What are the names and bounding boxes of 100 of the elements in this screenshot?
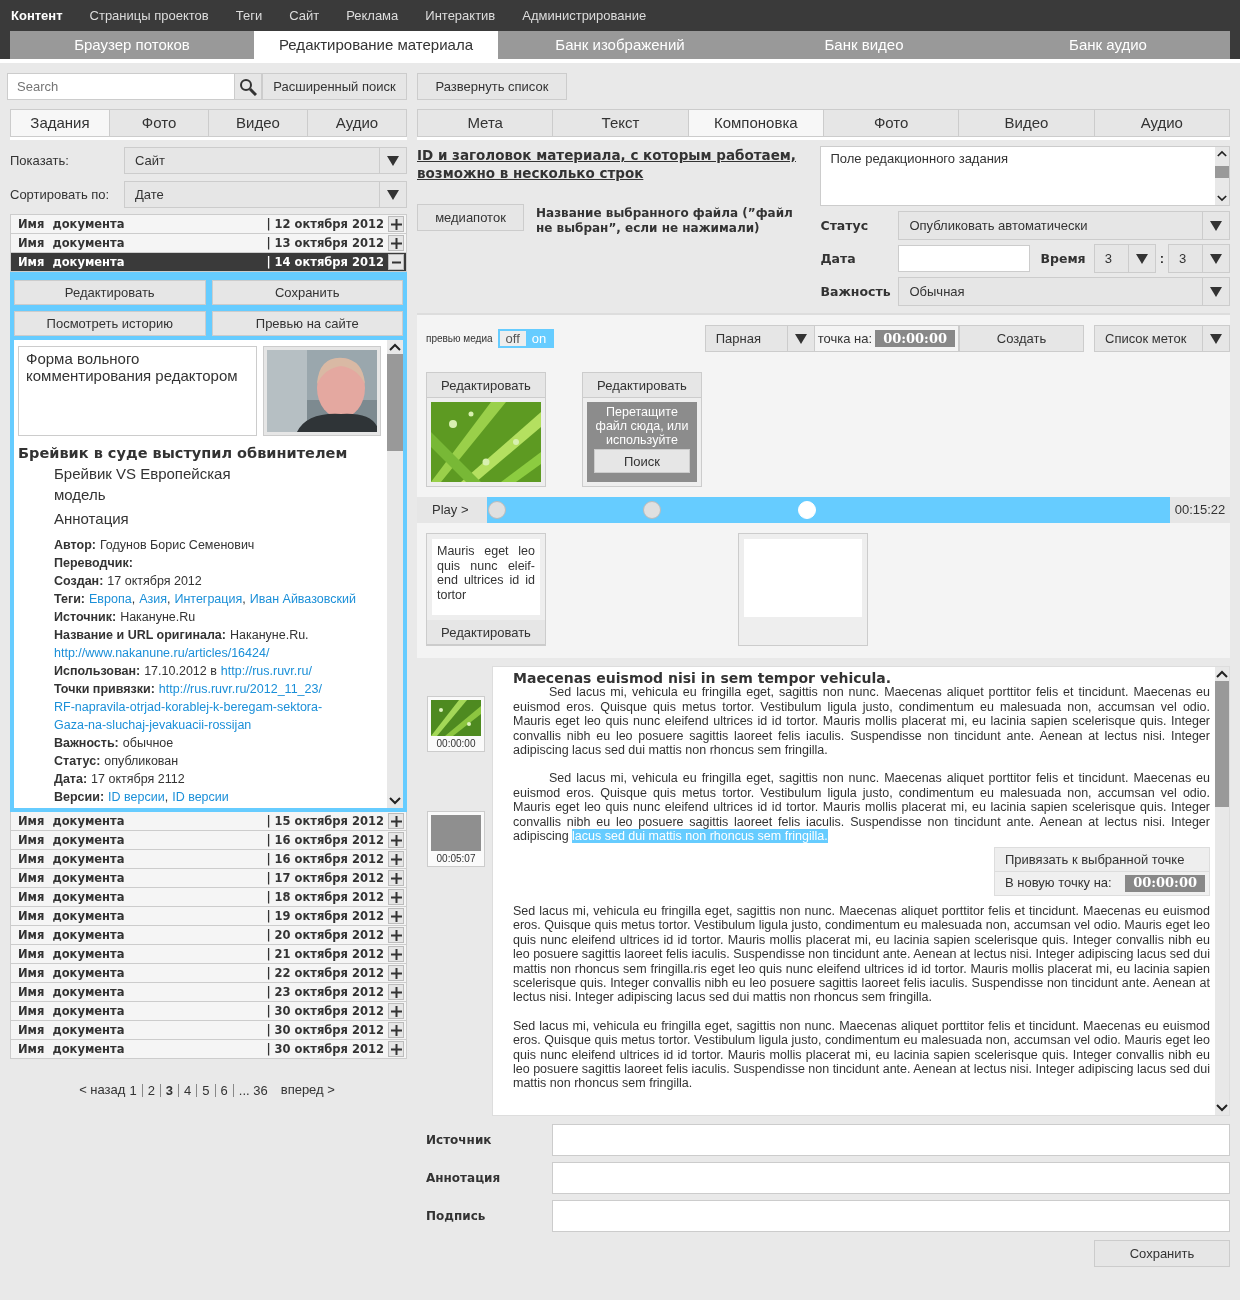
search-field[interactable]: Search bbox=[7, 73, 235, 100]
document-row[interactable]: Имя документа | 17 октября 2012 bbox=[10, 869, 407, 888]
document-row[interactable]: Имя документа | 13 октября 2012 bbox=[10, 234, 407, 253]
create-button[interactable]: Создать bbox=[959, 325, 1084, 352]
link[interactable]: Азия bbox=[139, 592, 167, 606]
expand-toggle[interactable] bbox=[388, 984, 404, 1000]
nav-link[interactable]: Сайт bbox=[289, 8, 320, 23]
next-page-link[interactable]: вперед > bbox=[280, 1082, 335, 1099]
expand-toggle[interactable] bbox=[388, 832, 404, 848]
document-row[interactable]: Имя документа | 18 октября 2012 bbox=[10, 888, 407, 907]
expand-toggle[interactable] bbox=[388, 889, 404, 905]
input-field[interactable] bbox=[552, 1199, 1230, 1232]
document-row[interactable]: Имя документа | 16 октября 2012 bbox=[10, 831, 407, 850]
link[interactable]: Иван Айвазовский bbox=[249, 592, 356, 606]
document-row[interactable]: Имя документа | 21 октября 2012 bbox=[10, 945, 407, 964]
tab[interactable]: Текст bbox=[553, 109, 689, 137]
time-field[interactable]: 00:00:00 bbox=[1125, 875, 1205, 892]
link[interactable]: ID версии bbox=[172, 790, 229, 804]
tab[interactable]: Аудио bbox=[308, 109, 407, 137]
document-row[interactable]: Имя документа | 20 октября 2012 bbox=[10, 926, 407, 945]
anchor-thumbnail[interactable]: 00:00:00 bbox=[427, 696, 485, 752]
anchor-thumbnail[interactable]: 00:05:07 bbox=[427, 811, 485, 867]
material-title-link[interactable]: ID и заголовок материала, с которым работаем, возможно в несколько строк bbox=[417, 146, 809, 182]
expand-toggle[interactable] bbox=[388, 851, 404, 867]
dropdown[interactable]: 3 bbox=[1168, 244, 1230, 273]
tab[interactable]: Компоновка bbox=[688, 109, 824, 137]
tab[interactable]: Видео bbox=[959, 109, 1095, 137]
edit-button[interactable]: Редактировать bbox=[427, 620, 545, 645]
toggle-option[interactable]: off bbox=[499, 331, 526, 346]
document-row[interactable]: Имя документа | 12 октября 2012 bbox=[10, 214, 407, 234]
tab[interactable]: Фото bbox=[824, 109, 960, 137]
page-link[interactable]: 2 bbox=[141, 1084, 160, 1097]
timeline-marker[interactable] bbox=[488, 501, 506, 519]
expand-toggle[interactable] bbox=[388, 946, 404, 962]
tab[interactable]: Видео bbox=[209, 109, 308, 137]
date-field[interactable] bbox=[898, 245, 1031, 272]
dropdown[interactable]: Парная bbox=[704, 325, 815, 352]
document-row[interactable]: Имя документа | 16 октября 2012 bbox=[10, 850, 407, 869]
action-button[interactable]: Посмотреть историю bbox=[14, 311, 206, 336]
document-row[interactable]: Имя документа | 30 октября 2012 bbox=[10, 1002, 407, 1021]
section-tab[interactable]: Редактирование материала bbox=[254, 31, 498, 59]
media-stream-button[interactable]: медиапоток bbox=[417, 204, 524, 231]
search-button[interactable]: Поиск bbox=[594, 449, 690, 473]
expand-toggle[interactable] bbox=[388, 870, 404, 886]
nav-link[interactable]: Теги bbox=[235, 8, 263, 23]
tab[interactable]: Мета bbox=[417, 109, 554, 137]
dropdown[interactable]: Дате bbox=[124, 181, 407, 208]
expand-toggle[interactable] bbox=[388, 254, 404, 270]
edit-button[interactable]: Редактировать bbox=[427, 373, 545, 398]
dropdown[interactable]: Обычная bbox=[898, 277, 1230, 306]
action-button[interactable]: Превью на сайте bbox=[211, 311, 403, 336]
scrollbar-thumb[interactable] bbox=[1215, 165, 1229, 179]
play-button[interactable]: Play > bbox=[417, 497, 487, 523]
document-row[interactable]: Имя документа | 19 октября 2012 bbox=[10, 907, 407, 926]
text-editor[interactable] bbox=[492, 666, 1230, 1116]
expand-toggle[interactable] bbox=[388, 235, 404, 251]
document-row[interactable]: Имя документа | 30 октября 2012 bbox=[10, 1021, 407, 1040]
expand-toggle[interactable] bbox=[388, 1003, 404, 1019]
expand-toggle[interactable] bbox=[388, 813, 404, 829]
page-link[interactable]: 5 bbox=[196, 1084, 215, 1097]
document-row[interactable]: Имя документа | 23 октября 2012 bbox=[10, 983, 407, 1002]
expand-list-button[interactable]: Развернуть список bbox=[417, 73, 567, 100]
document-row[interactable]: Имя документа | 22 октября 2012 bbox=[10, 964, 407, 983]
nav-link[interactable]: Реклама bbox=[346, 8, 399, 23]
time-field[interactable]: 00:00:00 bbox=[875, 330, 955, 347]
input-field[interactable] bbox=[552, 1123, 1230, 1156]
link[interactable]: RF-napravila-otrjad-korablej-k-beregam-sektora- bbox=[54, 700, 323, 714]
action-button[interactable]: Сохранить bbox=[211, 280, 403, 305]
link[interactable]: http://www.nakanune.ru/articles/16424/ bbox=[54, 646, 270, 660]
advanced-search-button[interactable]: Расширенный поиск bbox=[262, 73, 407, 100]
input-field[interactable] bbox=[552, 1161, 1230, 1194]
expand-toggle[interactable] bbox=[388, 965, 404, 981]
link[interactable]: Европа bbox=[89, 592, 132, 606]
tab[interactable]: Задания bbox=[10, 109, 110, 137]
tab[interactable]: Аудио bbox=[1094, 109, 1230, 137]
edit-button[interactable]: Редактировать bbox=[583, 373, 701, 398]
drop-zone[interactable]: Перетащите файл сюда, или используйте Поиск bbox=[587, 402, 697, 482]
dropdown[interactable]: Сайт bbox=[124, 147, 407, 174]
previous-page-link[interactable]: < назад bbox=[79, 1082, 126, 1099]
tab[interactable]: Фото bbox=[110, 109, 209, 137]
expand-toggle[interactable] bbox=[388, 927, 404, 943]
scrollbar[interactable] bbox=[387, 340, 403, 808]
expand-toggle[interactable] bbox=[388, 216, 404, 232]
link[interactable]: http://rus.ruvr.ru/ bbox=[220, 664, 312, 678]
timeline-marker[interactable] bbox=[643, 501, 661, 519]
document-row[interactable]: Имя документа | 30 октября 2012 bbox=[10, 1040, 407, 1059]
scrollbar[interactable] bbox=[1215, 147, 1229, 205]
search-button[interactable] bbox=[235, 73, 262, 100]
nav-link[interactable]: Интерактив bbox=[425, 8, 496, 23]
page-link[interactable]: 6 bbox=[214, 1084, 233, 1097]
comment-field[interactable]: Форма вольного комментирования редактором bbox=[18, 346, 257, 436]
expand-toggle[interactable] bbox=[388, 1022, 404, 1038]
link[interactable]: http://rus.ruvr.ru/2012_11_23/ bbox=[158, 682, 322, 696]
dropdown[interactable]: 3 bbox=[1093, 244, 1156, 273]
link[interactable]: Gaza-na-sluchaj-jevakuacii-rossijan bbox=[54, 718, 252, 732]
scrollbar-thumb[interactable] bbox=[1215, 681, 1229, 807]
page-link[interactable]: ... 36 bbox=[232, 1084, 273, 1097]
action-button[interactable]: Редактировать bbox=[14, 280, 206, 305]
dropdown[interactable]: Опубликовать автоматически bbox=[898, 211, 1230, 240]
document-row[interactable]: Имя документа | 14 октября 2012 bbox=[10, 253, 407, 272]
